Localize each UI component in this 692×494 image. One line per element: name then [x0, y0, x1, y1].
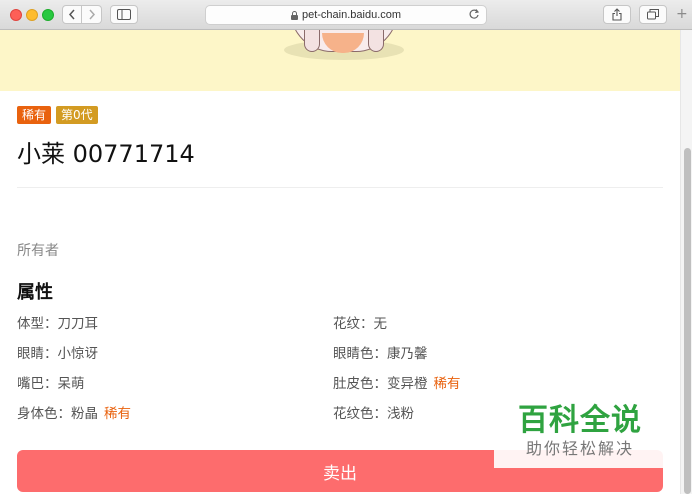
attribute-separator: ：	[373, 346, 388, 362]
browser-toolbar: pet-chain.baidu.com +	[0, 0, 692, 30]
attribute-item: 花纹色：浅粉	[333, 402, 414, 422]
pet-tags: 稀有 第0代	[17, 106, 98, 124]
rare-marker: 稀有	[433, 376, 461, 392]
attribute-item: 眼睛：小惊讶	[17, 342, 98, 362]
page-scrollbar[interactable]	[680, 30, 692, 494]
sidebar-icon	[117, 9, 131, 20]
minimize-window-button[interactable]	[26, 9, 38, 21]
attribute-label: 嘴巴	[17, 376, 44, 392]
attribute-item: 花纹：无	[333, 312, 387, 332]
attribute-separator: ：	[373, 376, 388, 392]
forward-button[interactable]	[82, 5, 102, 24]
attribute-label: 体型	[17, 316, 44, 332]
attribute-value: 变异橙	[387, 376, 428, 392]
pet-image-banner	[0, 30, 680, 91]
show-tabs-button[interactable]	[639, 5, 667, 24]
reload-icon[interactable]	[468, 8, 480, 20]
back-button[interactable]	[62, 5, 82, 24]
share-button[interactable]	[603, 5, 631, 24]
url-text: pet-chain.baidu.com	[301, 9, 402, 21]
generation-badge: 第0代	[56, 106, 98, 124]
attribute-label: 眼睛色	[333, 346, 374, 362]
attribute-separator: ：	[44, 346, 58, 362]
attribute-value: 呆萌	[57, 376, 85, 392]
pet-leg-right	[368, 30, 384, 52]
attribute-label: 眼睛	[17, 346, 44, 362]
attribute-separator: ：	[57, 406, 72, 422]
attribute-value: 粉晶	[71, 406, 98, 422]
new-tab-icon[interactable]: +	[676, 6, 688, 22]
watermark-logo: 百科全说 助你轻松解决	[494, 396, 666, 468]
attribute-item: 体型：刀刀耳	[17, 312, 98, 332]
lock-icon	[290, 10, 298, 20]
back-icon	[68, 9, 75, 20]
address-bar[interactable]: pet-chain.baidu.com	[205, 5, 487, 25]
owner-label: 所有者	[17, 243, 59, 259]
watermark-title: 百科全说	[518, 403, 642, 438]
attribute-separator: ：	[373, 406, 388, 422]
close-window-button[interactable]	[10, 9, 22, 21]
attribute-value: 康乃馨	[387, 346, 428, 362]
zoom-window-button[interactable]	[42, 9, 54, 21]
attribute-value: 刀刀耳	[57, 316, 99, 332]
attribute-label: 花纹色	[333, 406, 374, 422]
attribute-value: 浅粉	[387, 406, 414, 422]
attribute-label: 花纹	[333, 316, 360, 332]
pet-name: 小莱 00771714	[17, 140, 195, 168]
attribute-item: 嘴巴：呆萌	[17, 372, 85, 392]
attribute-value: 无	[373, 316, 388, 332]
divider	[17, 187, 663, 188]
forward-icon	[88, 9, 95, 20]
attribute-item: 眼睛色：康乃馨	[333, 342, 428, 362]
share-icon	[612, 8, 622, 21]
rare-marker: 稀有	[104, 406, 131, 422]
attribute-item: 身体色：粉晶 稀有	[17, 402, 131, 422]
rarity-badge: 稀有	[17, 106, 52, 124]
sidebar-toggle-button[interactable]	[110, 5, 138, 24]
attributes-heading: 属性	[17, 282, 53, 303]
attribute-label: 肚皮色	[333, 376, 374, 392]
attribute-separator: ：	[44, 316, 58, 332]
watermark-subtitle: 助你轻松解决	[525, 439, 634, 458]
attribute-label: 身体色	[17, 406, 58, 422]
pet-leg-left	[304, 30, 320, 52]
attribute-separator: ：	[360, 316, 374, 332]
tabs-icon	[647, 9, 659, 20]
attribute-item: 肚皮色：变异橙 稀有	[333, 372, 461, 392]
attribute-separator: ：	[44, 376, 58, 392]
attribute-value: 小惊讶	[57, 346, 99, 362]
scrollbar-thumb[interactable]	[684, 148, 691, 494]
